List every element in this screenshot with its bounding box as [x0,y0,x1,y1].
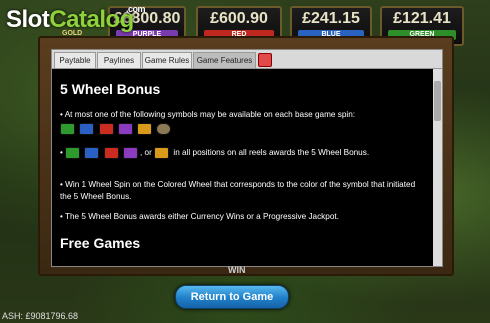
section-heading-free-games: Free Games [60,235,141,251]
jackpot-amount: £241.15 [302,10,360,27]
jackpot-amount: £600.90 [210,10,268,27]
gold-bonus-symbol-icon [137,123,153,135]
logo-slot-text: Slot [6,6,50,33]
bullet-connector-text: , or [140,148,152,158]
cash-balance: ASH: £9081796.68 [2,311,79,321]
bullet-marker: • [60,148,63,158]
scrollbar-thumb[interactable] [434,81,441,121]
win-label: WIN [228,265,246,275]
jackpot-amount: £121.41 [393,10,451,27]
gold-bonus-symbol-icon [154,147,170,159]
purple-bonus-symbol-icon [123,147,138,159]
gift-icon[interactable] [258,53,272,67]
tab-paytable[interactable]: Paytable [54,52,96,69]
scrollbar[interactable] [433,69,442,266]
bullet-award-condition: • , or in all positions on all reels awa… [60,147,426,159]
green-bonus-symbol-icon [60,123,75,135]
section-heading-5-wheel-bonus: 5 Wheel Bonus [60,81,161,97]
tab-game-rules[interactable]: Game Rules [142,52,192,69]
slotcatalog-logo: SlotCatalog .com [6,4,146,34]
help-panel: Paytable Paylines Game Rules Game Featur… [51,49,443,267]
blue-bonus-symbol-icon [79,123,95,135]
bullet-award-text: in all positions on all reels awards the… [173,148,370,158]
bullet-symbols-available: • At most one of the following symbols m… [60,110,356,119]
tab-game-features[interactable]: Game Features [193,52,256,69]
logo-dotcom-text: .com [126,4,146,14]
purple-bonus-symbol-icon [117,123,133,135]
green-bonus-symbol-icon [65,147,81,159]
help-tabs: Paytable Paylines Game Rules Game Featur… [52,50,442,69]
help-content: 5 Wheel Bonus • At most one of the follo… [52,69,432,266]
tab-paylines[interactable]: Paylines [97,52,141,69]
logo-catalog-text: Catalog [49,6,134,33]
bullet-currency-wins: • The 5 Wheel Bonus awards either Curren… [60,212,339,221]
bullet-wheel-spin: • Win 1 Wheel Spin on the Colored Wheel … [60,180,416,201]
return-to-game-button[interactable]: Return to Game [175,285,289,309]
bonus-symbol-row [60,123,426,135]
wheel-bonus-symbol-icon [156,123,172,135]
blue-bonus-symbol-icon [84,147,100,159]
red-bonus-symbol-icon [98,123,114,135]
red-bonus-symbol-icon [103,147,119,159]
